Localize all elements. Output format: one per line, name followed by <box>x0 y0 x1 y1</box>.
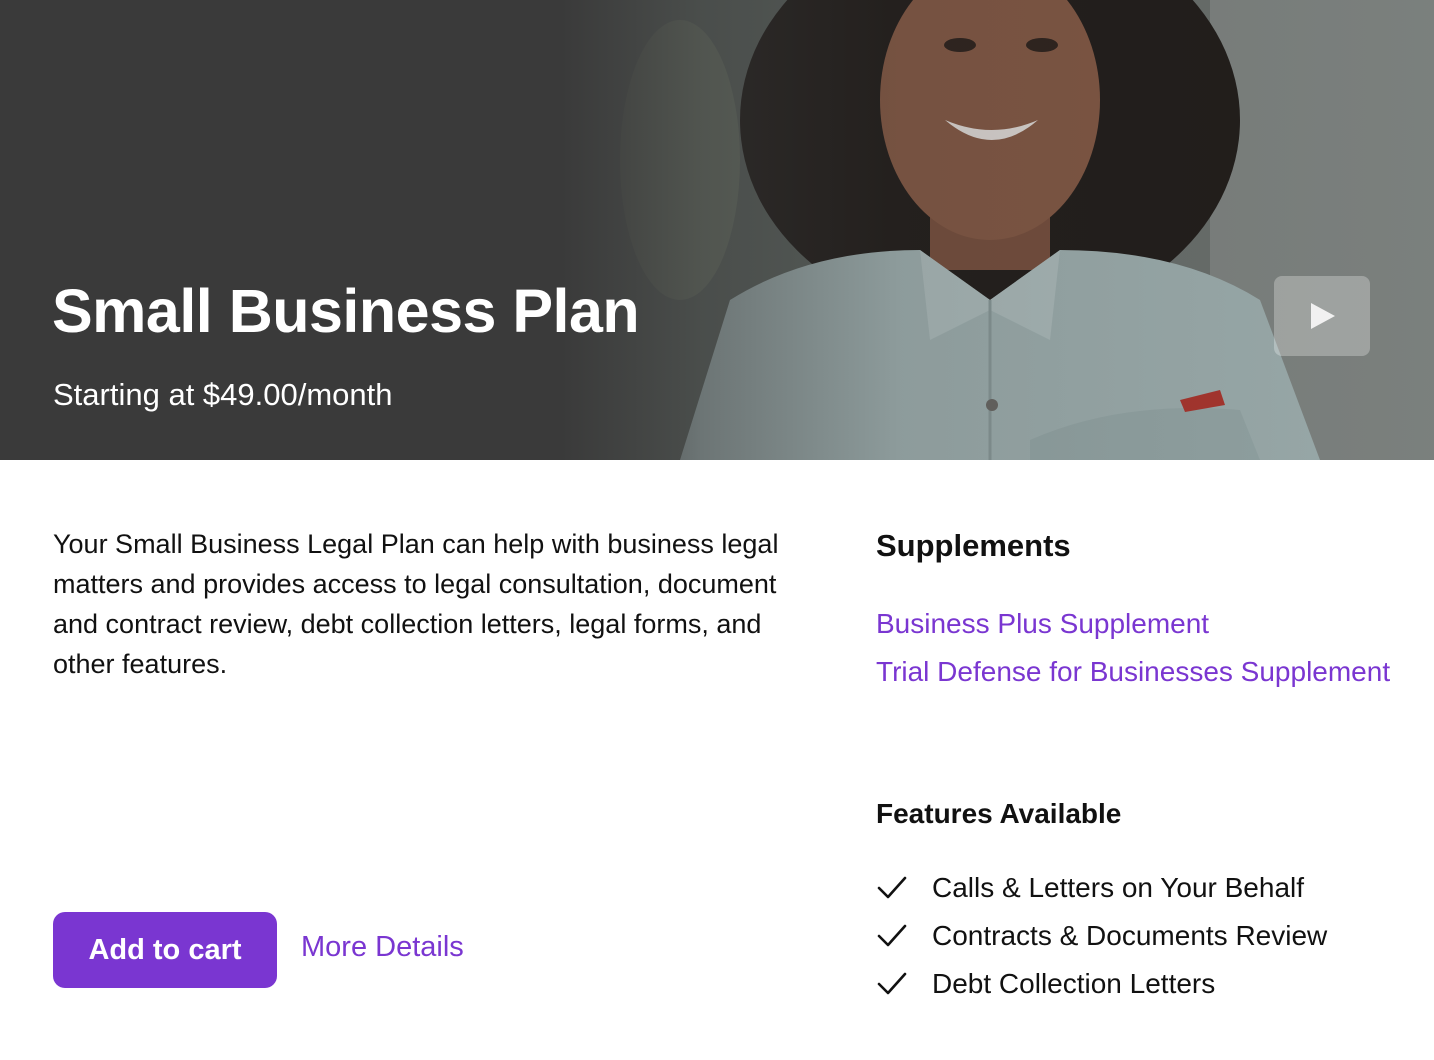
feature-item: Contracts & Documents Review <box>876 916 1416 964</box>
play-video-button[interactable] <box>1274 276 1370 356</box>
feature-label: Contracts & Documents Review <box>932 920 1328 951</box>
checkmark-icon <box>877 876 907 899</box>
checkmark-icon <box>877 924 907 947</box>
supplement-list: Business Plus Supplement Trial Defense f… <box>876 604 1396 700</box>
list-item: Business Plus Supplement <box>876 604 1396 644</box>
features-heading: Features Available <box>876 798 1122 829</box>
page-title: Small Business Plan <box>52 277 640 345</box>
feature-label: Calls & Letters on Your Behalf <box>932 872 1305 903</box>
plan-price: Starting at $49.00/month <box>53 377 393 412</box>
feature-label: Debt Collection Letters <box>932 968 1216 999</box>
add-to-cart-button[interactable]: Add to cart <box>53 912 277 988</box>
plan-description: Your Small Business Legal Plan can help … <box>53 529 779 679</box>
feature-item: Calls & Letters on Your Behalf <box>876 868 1416 916</box>
supplement-link-business-plus[interactable]: Business Plus Supplement <box>876 608 1209 639</box>
feature-list: Calls & Letters on Your Behalf Contracts… <box>876 868 1416 1012</box>
checkmark-icon <box>877 972 907 995</box>
supplement-link-trial-defense[interactable]: Trial Defense for Businesses Supplement <box>876 656 1390 687</box>
play-icon <box>1311 303 1335 329</box>
hero-banner: Small Business Plan Starting at $49.00/m… <box>0 0 1434 460</box>
feature-item: Debt Collection Letters <box>876 964 1416 1012</box>
supplements-heading: Supplements <box>876 528 1071 563</box>
list-item: Trial Defense for Businesses Supplement <box>876 652 1396 692</box>
more-details-link[interactable]: More Details <box>301 931 464 964</box>
